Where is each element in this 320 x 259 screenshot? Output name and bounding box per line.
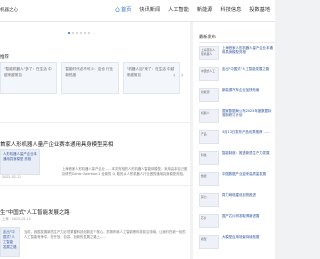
sidebar-item[interactable]: 数据 中国数据产业迎来高质量发展: [199, 172, 275, 190]
article-summary: 上海首家人形机器人量产企业……本次亮相的人形机器人智能体模型，采用由本自己团队研…: [62, 167, 188, 176]
carousel-indicators: [68, 32, 92, 34]
carousel-dot[interactable]: [68, 32, 70, 34]
sidebar-heading: 最新发布: [199, 34, 216, 39]
sidebar-item-text: 上海首家人形机器人量产企业本通用具身模型亮相: [222, 46, 273, 55]
article-thumbnail[interactable]: 人形机器人量产企业本通用具身模型 亮相: [0, 149, 40, 175]
nav-item-home[interactable]: 首页: [115, 6, 131, 13]
carousel-caption: "智能机器人"多了：在生活 中越来越常见: [4, 67, 52, 77]
divider: [0, 185, 190, 186]
sidebar-thumbnail: 产品: [199, 130, 219, 144]
site-logo[interactable]: 机器之心: [0, 7, 18, 13]
recommend-carousel: "智能机器人"多了：在生活 中越来越常见 智能时代必不可少：这也 行业新热度 "…: [0, 62, 190, 94]
top-navigation-bar: 机器之心 首页 快讯新闻 人工智能 新能源 科技信息 投数基地: [0, 0, 275, 22]
carousel-caption: 智能时代必不可少：这也 行业新热度: [65, 67, 114, 77]
sidebar-item[interactable]: 新能源 新能源汽车企业加快布局: [199, 88, 275, 106]
sidebar-thumbnail: 芯片: [199, 214, 219, 228]
sidebar-thumbnail: 模型: [199, 235, 219, 249]
thumbnail-caption: 人形机器人量产企业本通用具身模型 亮相: [3, 152, 37, 161]
sidebar-item[interactable]: 上海首家人形机器人 上海首家人形机器人量产企业本通用具身模型亮相: [199, 46, 275, 64]
sidebar-thumbnail: 数据: [199, 172, 219, 186]
carousel-dot[interactable]: [80, 32, 82, 34]
carousel-card[interactable]: 智能时代必不可少：这也 行业新热度: [61, 62, 119, 94]
sidebar-thumbnail: 中国式人工: [199, 67, 219, 81]
sidebar-item[interactable]: 机器人 国家数据局公布2025年度数据标准制修订计划: [199, 109, 275, 127]
sidebar-item-text: 大模型应用场景持续拓展: [222, 235, 260, 239]
nav-item-new-energy[interactable]: 新能源: [197, 6, 213, 13]
sidebar-item-text: 新能源汽车企业加快布局: [222, 88, 260, 92]
article-date: 2025-02-11: [2, 175, 22, 179]
divider: [0, 122, 190, 123]
carousel-next-icon[interactable]: ›: [181, 72, 183, 79]
nav-item-tech-info[interactable]: 科技信息: [221, 6, 242, 13]
thumbnail-caption: 走出"中国式"人工智能 发展之路: [3, 230, 17, 249]
article-thumbnail[interactable]: 走出"中国式"人工智能 发展之路: [0, 227, 20, 257]
nav-label: 首页: [121, 7, 132, 13]
home-icon: [115, 7, 120, 12]
article-date: 上海 · 2025-02-11: [2, 217, 31, 221]
sidebar-item-text: 3月13日发布产品优秀推荐 ……: [222, 130, 271, 134]
carousel-card[interactable]: "智能机器人"多了：在生活 中越来越常见: [0, 62, 58, 94]
section-title: 推荐: [0, 55, 9, 60]
nav-label: 科技信息: [220, 7, 242, 13]
sidebar-item[interactable]: 模型 大模型应用场景持续拓展: [199, 235, 275, 253]
sidebar-item-text: 走出"中国式"人工智能发展之路: [222, 67, 270, 71]
sidebar-item[interactable]: 算力 算力网络建设加快推进: [199, 193, 275, 211]
sidebar-thumbnail: 新能源: [199, 88, 219, 102]
nav-item-investment[interactable]: 投数基地: [249, 6, 270, 13]
nav-label: 投数基地: [249, 7, 271, 13]
sidebar-item-text: 中国数据产业迎来高质量发展: [222, 172, 267, 176]
sidebar-thumbnail: 算力: [199, 193, 219, 207]
carousel-dot[interactable]: [72, 32, 74, 34]
sidebar-thumbnail: 机器人: [199, 109, 219, 123]
carousel-card[interactable]: "机器人加"来了：在生活 中越来越常见: [122, 62, 180, 94]
main-nav: 首页 快讯新闻 人工智能 新能源 科技信息 投数基地: [115, 6, 278, 13]
nav-item-ai[interactable]: 人工智能: [168, 6, 189, 13]
divider: [199, 42, 275, 43]
sidebar-latest: 最新发布 上海首家人形机器人 上海首家人形机器人量产企业本通用具身模型亮相 中国…: [193, 22, 275, 259]
nav-label: 快讯新闻: [139, 7, 161, 13]
sidebar-item[interactable]: 产品 3月13日发布产品优秀推荐 ……: [199, 130, 275, 148]
sidebar-item[interactable]: 中国式人工 走出"中国式"人工智能发展之路: [199, 67, 275, 85]
nav-label: 人工智能: [168, 7, 189, 13]
sidebar-thumbnail: 上海首家人形机器人: [199, 46, 219, 60]
carousel-caption: "机器人加"来了：在生活 中越来越常见: [126, 67, 175, 77]
sidebar-thumbnail: 科技: [199, 151, 219, 165]
sidebar-item[interactable]: 芯片 国产芯片研发取得新进展: [199, 214, 275, 232]
article-title[interactable]: 首家人形机器人量产企业赛本通用具身模型亮相: [0, 140, 113, 148]
nav-item-news[interactable]: 快讯新闻: [139, 6, 160, 13]
carousel-prev-icon[interactable]: ‹: [173, 72, 175, 79]
nav-label: 新能源: [196, 7, 213, 13]
sidebar-item-text: 国产芯片研发取得新进展: [222, 214, 260, 218]
main-content: 推荐 "智能机器人"多了：在生活 中越来越常见 智能时代必不可少：这也 行业新热…: [0, 22, 190, 259]
carousel-dot[interactable]: [88, 32, 90, 34]
article-title[interactable]: 生"中国式"人工智能发展之路: [0, 208, 70, 216]
sidebar-item-text: 算力网络建设加快推进: [222, 193, 256, 197]
carousel-dot[interactable]: [84, 32, 86, 34]
sidebar-item-text: 国家数据局公布2025年度数据标准制修订计划: [222, 109, 272, 118]
article-summary: 当前，我国发展新质生产力必须紧握科技创新这个核心，抓紧布局人工智能等科技前沿领域…: [24, 230, 186, 239]
sidebar-item-text: 智能制造：推进新质生产力发展: [222, 151, 270, 155]
sidebar-item[interactable]: 科技 智能制造：推进新质生产力发展: [199, 151, 275, 169]
carousel-dot[interactable]: [76, 32, 78, 34]
